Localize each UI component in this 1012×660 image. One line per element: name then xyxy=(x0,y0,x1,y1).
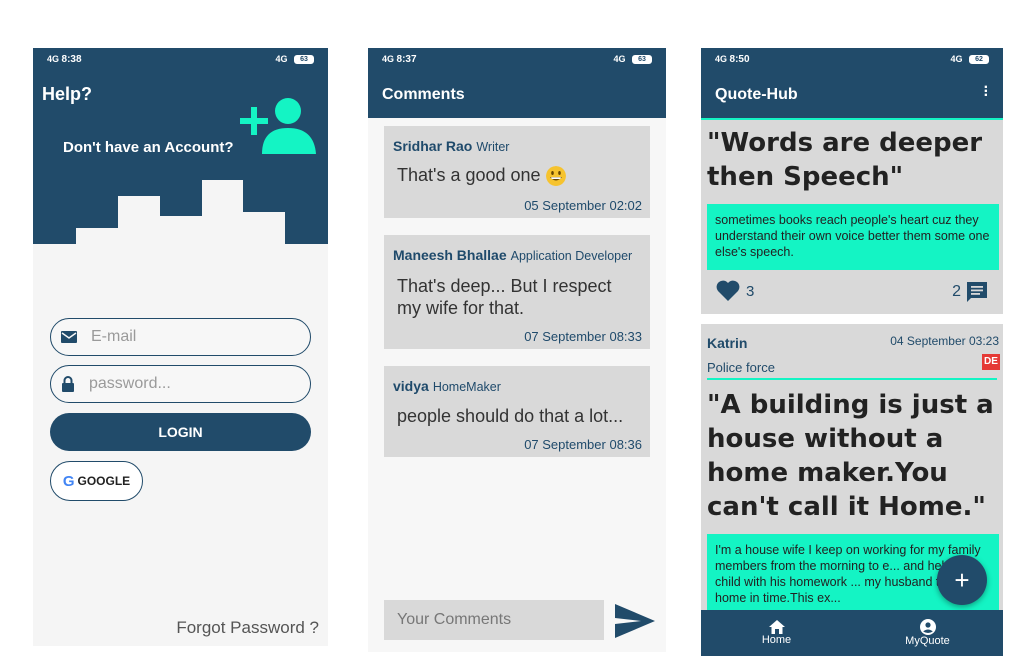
nav-home-label: Home xyxy=(761,634,792,646)
language-badge: DE xyxy=(982,354,1000,370)
home-icon xyxy=(768,620,785,634)
comment-count: 2 xyxy=(952,283,961,300)
like-count: 3 xyxy=(746,282,755,300)
status-bar: 4G 8:50 4G 62 xyxy=(701,48,1003,70)
comment-date: 07 September 08:36 xyxy=(524,437,642,452)
comment-author[interactable]: Maneesh Bhallae Application Developer xyxy=(393,247,632,263)
nav-myquote[interactable]: MyQuote xyxy=(852,610,1003,656)
status-time: 8:50 xyxy=(729,53,750,65)
login-header: 4G 8:38 4G 63 Help? Don't have an Accoun… xyxy=(33,48,328,244)
card-divider xyxy=(707,378,997,380)
overflow-menu-icon[interactable]: · · · xyxy=(984,80,989,104)
google-label: GOOGLE xyxy=(77,474,131,488)
password-field[interactable] xyxy=(50,365,311,403)
bottom-navigation: Home MyQuote xyxy=(701,610,1003,656)
quote-card[interactable]: "Words are deeper then Speech" sometimes… xyxy=(701,118,1003,314)
battery-icon: 63 xyxy=(632,55,652,65)
battery-icon: 63 xyxy=(294,55,314,65)
comment-card: Sridhar Rao Writer That's a good one 05 S… xyxy=(384,126,650,218)
comment-icon xyxy=(967,282,987,302)
mail-icon xyxy=(61,331,77,343)
nav-myquote-label: MyQuote xyxy=(905,635,950,647)
signal-indicator: 4G xyxy=(715,53,728,64)
send-icon[interactable] xyxy=(615,604,655,638)
comments-screen: 4G 8:37 4G 63 Comments Sridhar Rao Writer… xyxy=(368,48,666,652)
quote-text: "Words are deeper then Speech" xyxy=(707,128,983,192)
comment-input-box[interactable] xyxy=(384,600,604,640)
like-button[interactable]: 3 xyxy=(716,280,754,302)
comment-author[interactable]: Sridhar Rao Writer xyxy=(393,138,509,154)
page-title: Quote-Hub xyxy=(715,86,798,103)
comments-button[interactable]: 2 xyxy=(952,280,989,304)
comment-role: HomeMaker xyxy=(432,380,501,394)
email-field[interactable] xyxy=(50,318,311,356)
email-input[interactable] xyxy=(91,328,291,346)
app-bar: 4G 8:37 4G 63 Comments xyxy=(368,48,666,118)
status-time: 8:38 xyxy=(61,53,82,65)
quote-text: "A building is just a house without a ho… xyxy=(707,390,994,522)
comment-author[interactable]: vidya HomeMaker xyxy=(393,378,501,394)
lock-icon xyxy=(62,376,74,392)
comment-text: That's a good one xyxy=(397,164,566,187)
post-role: Police force xyxy=(707,360,775,375)
signal-indicator: 4G xyxy=(382,53,395,64)
google-signin-button[interactable]: G GOOGLE xyxy=(50,461,143,501)
card-divider xyxy=(701,118,1003,120)
password-input[interactable] xyxy=(89,375,289,393)
status-bar: 4G 8:38 4G 63 xyxy=(33,48,328,70)
app-bar: 4G 8:50 4G 62 Quote-Hub · · · xyxy=(701,48,1003,118)
comment-role: Application Developer xyxy=(510,249,633,263)
comment-input[interactable] xyxy=(397,611,597,629)
add-user-icon[interactable] xyxy=(240,96,318,156)
status-bar: 4G 8:37 4G 63 xyxy=(368,48,666,70)
signal-indicator: 4G xyxy=(47,53,60,64)
login-screen: 4G 8:38 4G 63 Help? Don't have an Accoun… xyxy=(33,48,328,646)
status-time: 8:37 xyxy=(396,53,417,65)
grinning-face-icon xyxy=(545,166,566,187)
comment-role: Writer xyxy=(476,140,510,154)
help-link[interactable]: Help? xyxy=(42,84,92,105)
nav-home[interactable]: Home xyxy=(701,610,852,656)
comment-card: Maneesh Bhallae Application Developer Tha… xyxy=(384,235,650,349)
google-icon: G xyxy=(62,472,75,490)
feed-screen: 4G 8:50 4G 62 Quote-Hub · · · "Words are d… xyxy=(701,48,1003,656)
page-title: Comments xyxy=(382,86,465,103)
forgot-password-link[interactable]: Forgot Password ? xyxy=(176,618,319,638)
comment-text: people should do that a lot... xyxy=(397,406,624,426)
comment-text: That's deep... But I respect my wife for… xyxy=(397,276,612,318)
heart-icon xyxy=(716,280,740,301)
skyline-graphic xyxy=(33,180,328,244)
login-button[interactable]: LOGIN xyxy=(50,413,311,451)
post-date: 04 September 03:23 xyxy=(890,334,999,348)
account-circle-icon xyxy=(919,619,936,635)
signup-prompt[interactable]: Don't have an Account? xyxy=(63,139,234,156)
battery-icon: 62 xyxy=(969,55,989,65)
add-quote-button[interactable]: + xyxy=(937,555,987,605)
comment-date: 05 September 02:02 xyxy=(524,198,642,213)
quote-description: sometimes books reach people's heart cuz… xyxy=(707,204,999,270)
comment-card: vidya HomeMaker people should do that a l… xyxy=(384,366,650,457)
post-author[interactable]: Katrin xyxy=(707,335,747,351)
comment-date: 07 September 08:33 xyxy=(524,329,642,344)
